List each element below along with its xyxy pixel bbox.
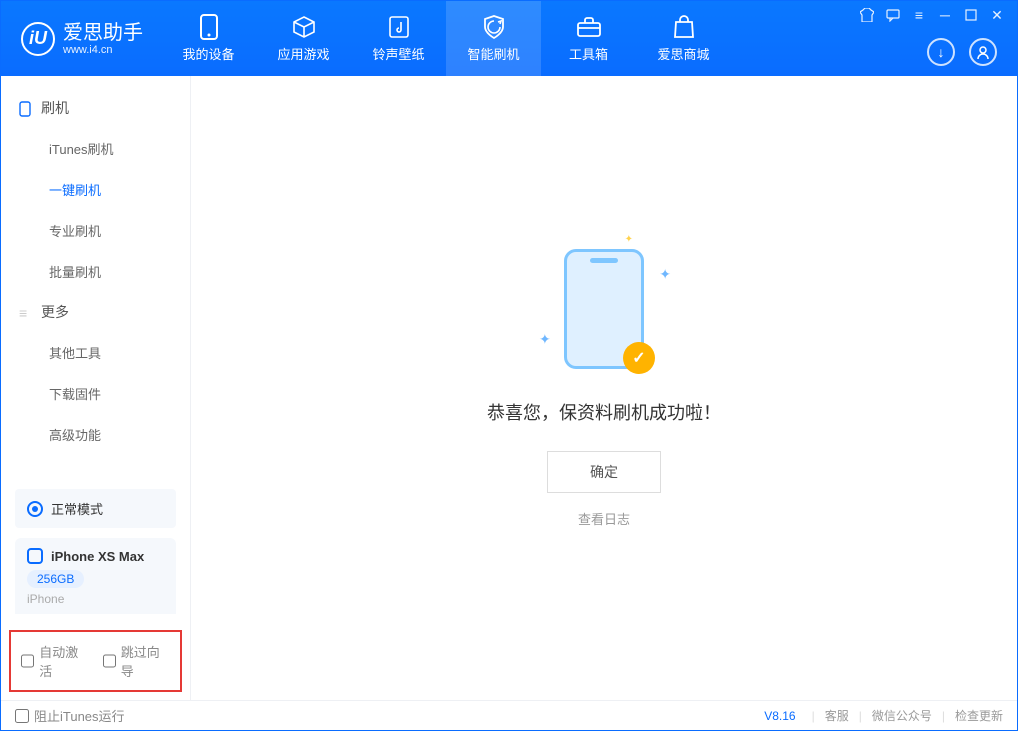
header-actions: ↓ <box>927 38 997 66</box>
checkbox-block-itunes[interactable]: 阻止iTunes运行 <box>15 706 125 725</box>
app-url: www.i4.cn <box>63 44 143 56</box>
device-name: iPhone XS Max <box>51 549 144 564</box>
sidebar: 刷机 iTunes刷机 一键刷机 专业刷机 批量刷机 ≡ 更多 其他工具 下载固… <box>1 76 191 700</box>
sidebar-item-itunes-flash[interactable]: iTunes刷机 <box>1 128 190 169</box>
tab-label: 铃声壁纸 <box>372 44 424 63</box>
phone-outline-icon <box>19 101 33 115</box>
toolbox-icon <box>576 14 602 40</box>
sidebar-item-download-firmware[interactable]: 下载固件 <box>1 373 190 414</box>
device-card[interactable]: iPhone XS Max 256GB iPhone <box>15 538 176 614</box>
list-icon: ≡ <box>19 305 33 319</box>
footer-link-support[interactable]: 客服 <box>825 707 849 724</box>
sidebar-item-advanced[interactable]: 高级功能 <box>1 414 190 455</box>
sidebar-group-more: ≡ 更多 <box>1 292 190 332</box>
sidebar-item-batch-flash[interactable]: 批量刷机 <box>1 251 190 292</box>
sparkle-icon: ✦ <box>625 234 633 245</box>
sparkle-icon: ✦ <box>659 266 671 283</box>
tab-store[interactable]: 爱思商城 <box>636 1 731 76</box>
block-itunes-label: 阻止iTunes运行 <box>34 706 125 725</box>
tab-ringtones-wallpapers[interactable]: 铃声壁纸 <box>351 1 446 76</box>
tab-toolbox[interactable]: 工具箱 <box>541 1 636 76</box>
sparkle-icon: ✦ <box>539 331 551 348</box>
ok-button[interactable]: 确定 <box>547 451 661 493</box>
version-label: V8.16 <box>764 709 795 723</box>
main-tabs: 我的设备 应用游戏 铃声壁纸 智能刷机 工具箱 爱思商城 <box>161 1 731 76</box>
status-bar: 阻止iTunes运行 V8.16 | 客服 | 微信公众号 | 检查更新 <box>1 700 1017 730</box>
tab-label: 应用游戏 <box>277 44 329 63</box>
block-itunes-input[interactable] <box>15 709 29 723</box>
window-controls: ≡ ─ ✕ <box>859 7 1005 23</box>
sidebar-item-other-tools[interactable]: 其他工具 <box>1 332 190 373</box>
tab-label: 工具箱 <box>569 44 608 63</box>
tab-apps-games[interactable]: 应用游戏 <box>256 1 351 76</box>
user-icon[interactable] <box>969 38 997 66</box>
logo-icon: iU <box>21 22 55 56</box>
minimize-icon[interactable]: ─ <box>937 7 953 23</box>
mode-label: 正常模式 <box>51 499 103 518</box>
tab-smart-flash[interactable]: 智能刷机 <box>446 1 541 76</box>
skip-wizard-label: 跳过向导 <box>121 642 170 680</box>
content-area: ✦ ✦ ✦ ✓ 恭喜您，保资料刷机成功啦！ 确定 查看日志 <box>191 76 1017 700</box>
success-message: 恭喜您，保资料刷机成功啦！ <box>487 399 721 425</box>
auto-activate-label: 自动激活 <box>39 642 88 680</box>
sidebar-item-oneclick-flash[interactable]: 一键刷机 <box>1 169 190 210</box>
checkbox-skip-wizard[interactable]: 跳过向导 <box>103 642 171 680</box>
feedback-icon[interactable] <box>885 7 901 23</box>
checkbox-auto-activate[interactable]: 自动激活 <box>21 642 89 680</box>
group-title: 更多 <box>41 302 69 322</box>
tab-label: 智能刷机 <box>467 44 519 63</box>
mode-card[interactable]: 正常模式 <box>15 489 176 528</box>
logo: iU 爱思助手 www.i4.cn <box>1 1 161 76</box>
skip-wizard-input[interactable] <box>103 654 116 668</box>
checkmark-badge-icon: ✓ <box>623 342 655 374</box>
sidebar-group-flash: 刷机 <box>1 88 190 128</box>
download-icon[interactable]: ↓ <box>927 38 955 66</box>
music-note-icon <box>386 14 412 40</box>
close-icon[interactable]: ✕ <box>989 7 1005 23</box>
mode-indicator-icon <box>27 501 43 517</box>
sidebar-item-pro-flash[interactable]: 专业刷机 <box>1 210 190 251</box>
shield-icon <box>481 14 507 40</box>
shopping-bag-icon <box>671 14 697 40</box>
tab-label: 我的设备 <box>182 44 234 63</box>
tab-my-device[interactable]: 我的设备 <box>161 1 256 76</box>
device-capacity: 256GB <box>27 570 84 588</box>
group-title: 刷机 <box>41 98 69 118</box>
phone-icon <box>196 14 222 40</box>
cube-icon <box>291 14 317 40</box>
success-phone-illustration: ✦ ✦ ✦ ✓ <box>564 249 644 369</box>
footer-link-update[interactable]: 检查更新 <box>955 707 1003 724</box>
footer-link-wechat[interactable]: 微信公众号 <box>872 707 932 724</box>
auto-activate-input[interactable] <box>21 654 34 668</box>
device-icon <box>27 548 43 564</box>
device-type: iPhone <box>27 592 164 606</box>
view-log-link[interactable]: 查看日志 <box>578 509 630 528</box>
tab-label: 爱思商城 <box>657 44 709 63</box>
menu-icon[interactable]: ≡ <box>911 7 927 23</box>
maximize-icon[interactable] <box>963 7 979 23</box>
options-highlight-box: 自动激活 跳过向导 <box>9 630 182 692</box>
skin-icon[interactable] <box>859 7 875 23</box>
app-header: iU 爱思助手 www.i4.cn 我的设备 应用游戏 铃声壁纸 智能刷机 <box>1 1 1017 76</box>
app-name: 爱思助手 <box>63 22 143 44</box>
